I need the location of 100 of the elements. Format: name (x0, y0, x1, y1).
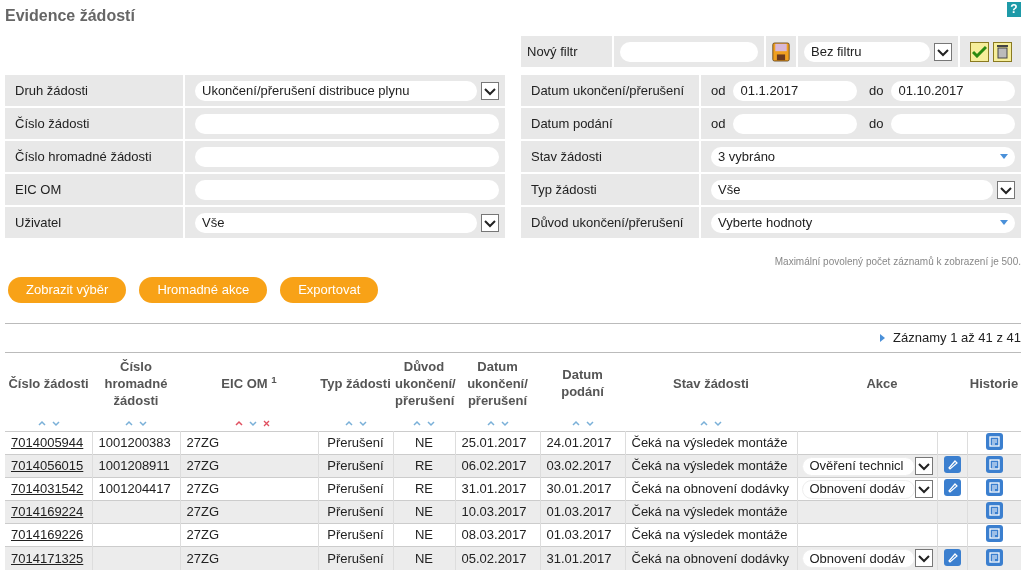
document-icon (988, 528, 1000, 540)
table-cell: Čeká na výsledek montáže (631, 527, 788, 543)
history-button[interactable] (985, 433, 1003, 451)
delete-button[interactable] (992, 41, 1012, 62)
field-label: Datum ukončení/přerušení (531, 81, 685, 100)
records-count: Záznamy 1 až 41 z 41 (893, 329, 1021, 347)
table-cell: 31.01.2017 (546, 550, 612, 566)
sort-descending-icon[interactable] (51, 420, 60, 427)
table-cell: Čeká na výsledek montáže (631, 458, 788, 474)
table-cell: Čeká na obnovení dodávky (631, 550, 790, 566)
column-header: Datum podání (561, 367, 604, 400)
request-link[interactable]: 7014169226 (11, 527, 84, 543)
saved-filter-select[interactable]: Bez filtru (804, 41, 930, 62)
column-header: Datum ukončení/ přerušení (467, 358, 528, 408)
action-select[interactable]: Ověření technicl (801, 456, 915, 476)
filter-multiselect[interactable]: Vyberte hodnoty (711, 212, 1015, 233)
field-label: Číslo žádosti (15, 114, 90, 133)
filter-select[interactable]: Vše (195, 212, 477, 233)
sort-descending-icon[interactable] (585, 420, 594, 427)
column-header: Akce (866, 375, 898, 391)
field-label: Důvod ukončení/přerušení (531, 213, 684, 232)
history-button[interactable] (985, 548, 1003, 566)
clear-sort-icon[interactable] (262, 420, 270, 427)
save-icon[interactable] (772, 39, 790, 64)
sort-ascending-icon[interactable] (125, 420, 133, 427)
sort-ascending-icon[interactable] (486, 420, 495, 427)
edit-button[interactable] (943, 456, 961, 474)
table-cell: RE (414, 481, 434, 497)
sort-ascending-icon[interactable] (344, 420, 353, 427)
sort-descending-icon[interactable] (427, 420, 435, 427)
field-label: Datum podání (531, 114, 613, 133)
sort-ascending-icon[interactable] (571, 420, 580, 427)
filter-to-field[interactable]: 01.10.2017 (891, 80, 1015, 101)
table-cell: 1001204417 (98, 481, 171, 497)
sort-ascending-icon[interactable] (700, 420, 708, 427)
table-cell: 08.03.2017 (461, 527, 527, 543)
column-header: EIC OM $^{1}$ (221, 375, 277, 391)
table-cell: Přerušení (327, 504, 384, 520)
table-cell: 27ZG (186, 527, 219, 543)
history-button[interactable] (985, 479, 1003, 497)
history-button[interactable] (985, 525, 1003, 543)
table-cell: 25.01.2017 (461, 435, 527, 451)
document-icon (988, 505, 1000, 517)
range-label: od (711, 114, 726, 133)
table-cell: 24.01.2017 (546, 435, 612, 451)
table-cell: Čeká na obnovení dodávky (631, 481, 790, 497)
table-cell: 10.03.2017 (461, 504, 527, 520)
field-label: Stav žádosti (531, 147, 602, 166)
sort-descending-icon[interactable] (500, 420, 509, 427)
table-cell: Přerušení (327, 458, 384, 474)
field-label: EIC OM (15, 180, 62, 199)
table-cell: 27ZG (186, 550, 219, 566)
sort-ascending-icon[interactable] (37, 420, 46, 427)
field-label: Typ žádosti (531, 180, 597, 199)
table-cell: Přerušení (327, 550, 384, 566)
table-cell: NE (414, 504, 434, 520)
document-icon (988, 482, 1000, 494)
pencil-icon (946, 459, 958, 471)
table-cell: 30.01.2017 (546, 481, 612, 497)
filter-select[interactable]: Ukončení/přerušení distribuce plynu (195, 80, 477, 101)
table-cell: NE (414, 527, 434, 543)
sort-descending-icon[interactable] (358, 420, 367, 427)
edit-button[interactable] (943, 479, 961, 497)
table-cell: NE (414, 435, 434, 451)
sort-ascending-icon[interactable] (413, 420, 421, 427)
history-button[interactable] (985, 502, 1003, 520)
check-icon (971, 45, 987, 58)
limit-note: Maximální povolený počet záznamů k zobrazení je 500. (773, 255, 1021, 269)
filter-multiselect[interactable]: 3 vybráno (711, 146, 1015, 167)
column-header: Číslo žádosti (8, 375, 89, 391)
column-header: Historie (969, 375, 1019, 391)
page-title: Evidence žádostí (5, 6, 135, 26)
filter-select[interactable]: Vše (711, 179, 993, 200)
sort-ascending-icon[interactable] (234, 420, 243, 427)
table-cell: 03.02.2017 (546, 458, 612, 474)
pencil-icon (946, 551, 958, 563)
table-cell: 1001208911 (98, 458, 170, 474)
table-cell: 01.03.2017 (546, 527, 612, 543)
caret-icon (1000, 154, 1008, 159)
request-link[interactable]: 7014005944 (11, 435, 84, 451)
sort-descending-icon[interactable] (714, 420, 722, 427)
document-icon (988, 551, 1000, 563)
apply-button[interactable] (969, 41, 989, 62)
table-cell: 31.01.2017 (461, 481, 527, 497)
arrow-icon (880, 333, 886, 342)
sort-descending-icon[interactable] (248, 420, 257, 427)
sort-descending-icon[interactable] (139, 420, 147, 427)
request-link[interactable]: 7014031542 (11, 481, 84, 497)
table-cell: Přerušení (327, 435, 384, 451)
action-select[interactable]: Obnovení dodáv (801, 548, 915, 568)
table-cell: RE (414, 458, 434, 474)
pencil-icon (946, 482, 958, 494)
filter-from-field[interactable]: 01.1.2017 (733, 80, 857, 101)
history-button[interactable] (985, 456, 1003, 474)
edit-button[interactable] (943, 548, 961, 566)
document-icon (988, 459, 1000, 471)
table-cell: Přerušení (327, 481, 384, 497)
column-header: Důvod ukončení/ přerušení (395, 358, 456, 408)
range-label: od (711, 81, 726, 100)
action-select[interactable]: Obnovení dodáv (801, 479, 915, 499)
